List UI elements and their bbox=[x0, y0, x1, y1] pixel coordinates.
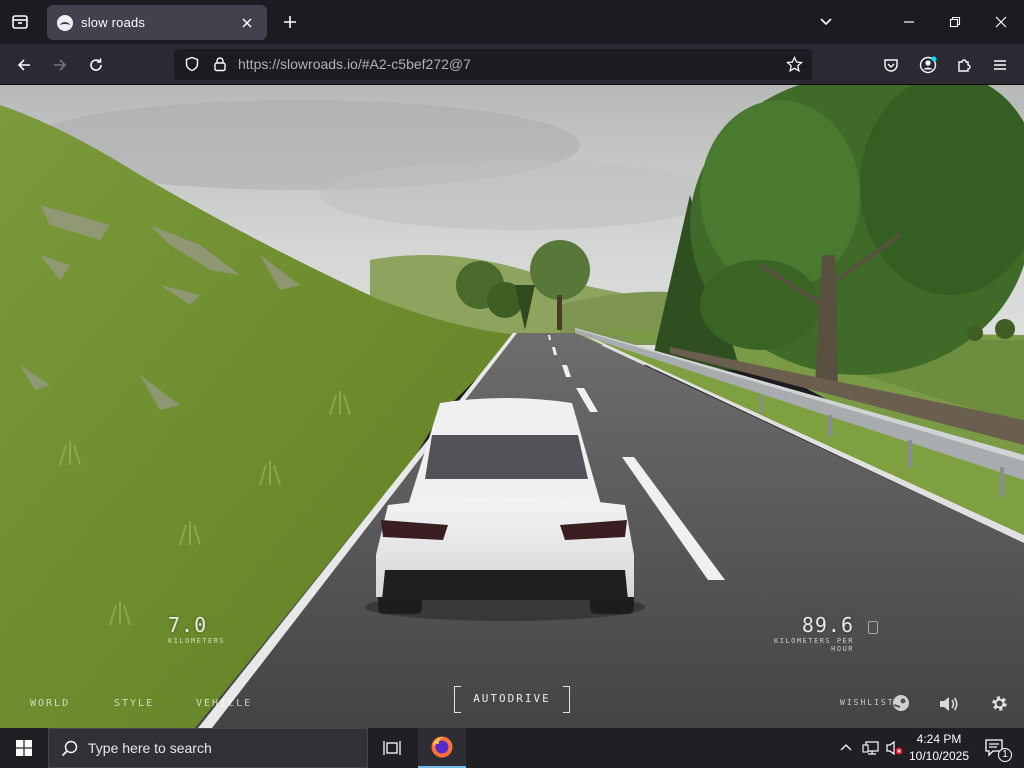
speed-readout: 89.6 KILOMETERS PER HOUR bbox=[748, 613, 854, 653]
close-icon bbox=[242, 17, 252, 28]
wishlist-link[interactable]: WISHLIST bbox=[840, 698, 895, 707]
taskbar-firefox[interactable] bbox=[418, 728, 466, 768]
url-path: /#A2-c5bef272@7 bbox=[357, 56, 471, 72]
task-view-icon bbox=[383, 741, 401, 755]
volume-icon[interactable] bbox=[938, 694, 960, 714]
clock-date: 10/10/2025 bbox=[908, 749, 970, 763]
tray-overflow-button[interactable] bbox=[836, 728, 856, 768]
notification-center-button[interactable]: 1 bbox=[980, 728, 1012, 768]
bookmark-star-icon[interactable] bbox=[786, 56, 803, 73]
navigation-toolbar: https://slowroads.io/#A2-c5bef272@7 bbox=[0, 44, 1024, 85]
close-window-button[interactable] bbox=[987, 8, 1015, 36]
lock-icon[interactable] bbox=[212, 56, 228, 72]
clock-time: 4:24 PM bbox=[916, 732, 962, 746]
system-clock[interactable]: 4:24 PM 10/10/2025 bbox=[904, 731, 974, 765]
taskbar-search[interactable]: Type here to search bbox=[48, 728, 368, 768]
minimize-button[interactable] bbox=[895, 8, 923, 36]
list-all-tabs-button[interactable] bbox=[812, 8, 840, 36]
windows-taskbar: Type here to search 4:24 PM 10/10/2025 1 bbox=[0, 728, 1024, 768]
notification-count-badge: 1 bbox=[998, 748, 1012, 762]
menu-vehicle[interactable]: VEHICLE bbox=[196, 698, 252, 709]
search-icon bbox=[61, 740, 78, 756]
network-button[interactable] bbox=[860, 728, 882, 768]
distant-bush bbox=[995, 319, 1015, 339]
account-button[interactable] bbox=[914, 51, 942, 79]
close-icon bbox=[995, 16, 1007, 28]
minimize-icon bbox=[904, 21, 914, 23]
chevron-up-icon bbox=[840, 744, 852, 751]
steam-icon[interactable] bbox=[892, 694, 910, 712]
url-host: https://slowroads.io bbox=[238, 56, 358, 72]
hamburger-menu-icon bbox=[994, 60, 1006, 70]
menu-style[interactable]: STYLE bbox=[114, 698, 154, 709]
windows-logo-icon bbox=[16, 740, 32, 756]
menu-world[interactable]: WORLD bbox=[30, 698, 70, 709]
tree-canopy bbox=[700, 260, 820, 350]
guardrail-post bbox=[828, 415, 832, 437]
distance-value: 7.0 bbox=[168, 613, 208, 637]
arrow-right-icon bbox=[54, 59, 67, 71]
chevron-down-icon bbox=[820, 18, 832, 26]
reload-button[interactable] bbox=[82, 51, 110, 79]
pocket-icon bbox=[884, 59, 898, 72]
settings-gear-icon[interactable] bbox=[990, 694, 1009, 713]
gear-shift-indicator bbox=[868, 621, 878, 634]
network-icon bbox=[862, 741, 879, 755]
shield-icon[interactable] bbox=[184, 56, 200, 72]
forward-button[interactable] bbox=[46, 51, 74, 79]
speed-value: 89.6 bbox=[801, 613, 854, 637]
restore-button[interactable] bbox=[941, 8, 969, 36]
autodrive-button[interactable]: AUTODRIVE bbox=[454, 686, 570, 713]
car-diffuser bbox=[382, 570, 628, 600]
tab-bar: slow roads bbox=[0, 0, 1024, 44]
arrow-left-icon bbox=[17, 59, 30, 71]
cloud bbox=[320, 160, 720, 230]
plus-icon bbox=[284, 16, 296, 28]
start-button[interactable] bbox=[0, 728, 48, 768]
pocket-button[interactable] bbox=[877, 51, 905, 79]
new-tab-button[interactable] bbox=[278, 10, 302, 34]
firefox-icon bbox=[431, 736, 453, 758]
volume-muted-icon bbox=[886, 740, 903, 756]
distance-unit: KILOMETERS bbox=[168, 637, 226, 645]
url-text[interactable]: https://slowroads.io/#A2-c5bef272@7 bbox=[238, 56, 471, 72]
guardrail-post bbox=[760, 395, 763, 413]
tree-canopy bbox=[700, 100, 860, 290]
reload-icon bbox=[90, 58, 102, 71]
back-button[interactable] bbox=[10, 51, 38, 79]
car-rear-window bbox=[425, 435, 588, 479]
tab-list-button[interactable] bbox=[8, 10, 32, 34]
volume-tray-button[interactable] bbox=[884, 728, 906, 768]
restore-icon bbox=[949, 16, 961, 28]
slowroads-favicon-icon bbox=[57, 14, 73, 31]
guardrail-post bbox=[1000, 467, 1004, 497]
game-viewport[interactable]: 7.0 KILOMETERS 89.6 KILOMETERS PER HOUR … bbox=[0, 85, 1024, 728]
tree-canopy bbox=[530, 240, 590, 300]
distant-bush bbox=[967, 325, 983, 341]
search-placeholder: Type here to search bbox=[88, 740, 212, 756]
address-bar[interactable]: https://slowroads.io/#A2-c5bef272@7 bbox=[174, 49, 812, 80]
tab-title: slow roads bbox=[81, 15, 146, 30]
speed-unit: KILOMETERS PER HOUR bbox=[773, 637, 854, 653]
distance-readout: 7.0 KILOMETERS bbox=[168, 613, 225, 645]
guardrail-post bbox=[908, 440, 912, 468]
menu-button[interactable] bbox=[986, 51, 1014, 79]
account-icon bbox=[919, 56, 937, 74]
tab-slow-roads[interactable]: slow roads bbox=[47, 5, 267, 40]
tab-list-icon bbox=[12, 15, 28, 29]
task-view-button[interactable] bbox=[368, 728, 416, 768]
extensions-button[interactable] bbox=[950, 51, 978, 79]
puzzle-icon bbox=[958, 59, 971, 72]
tab-close-button[interactable] bbox=[237, 13, 257, 33]
tree-trunk bbox=[557, 295, 562, 330]
